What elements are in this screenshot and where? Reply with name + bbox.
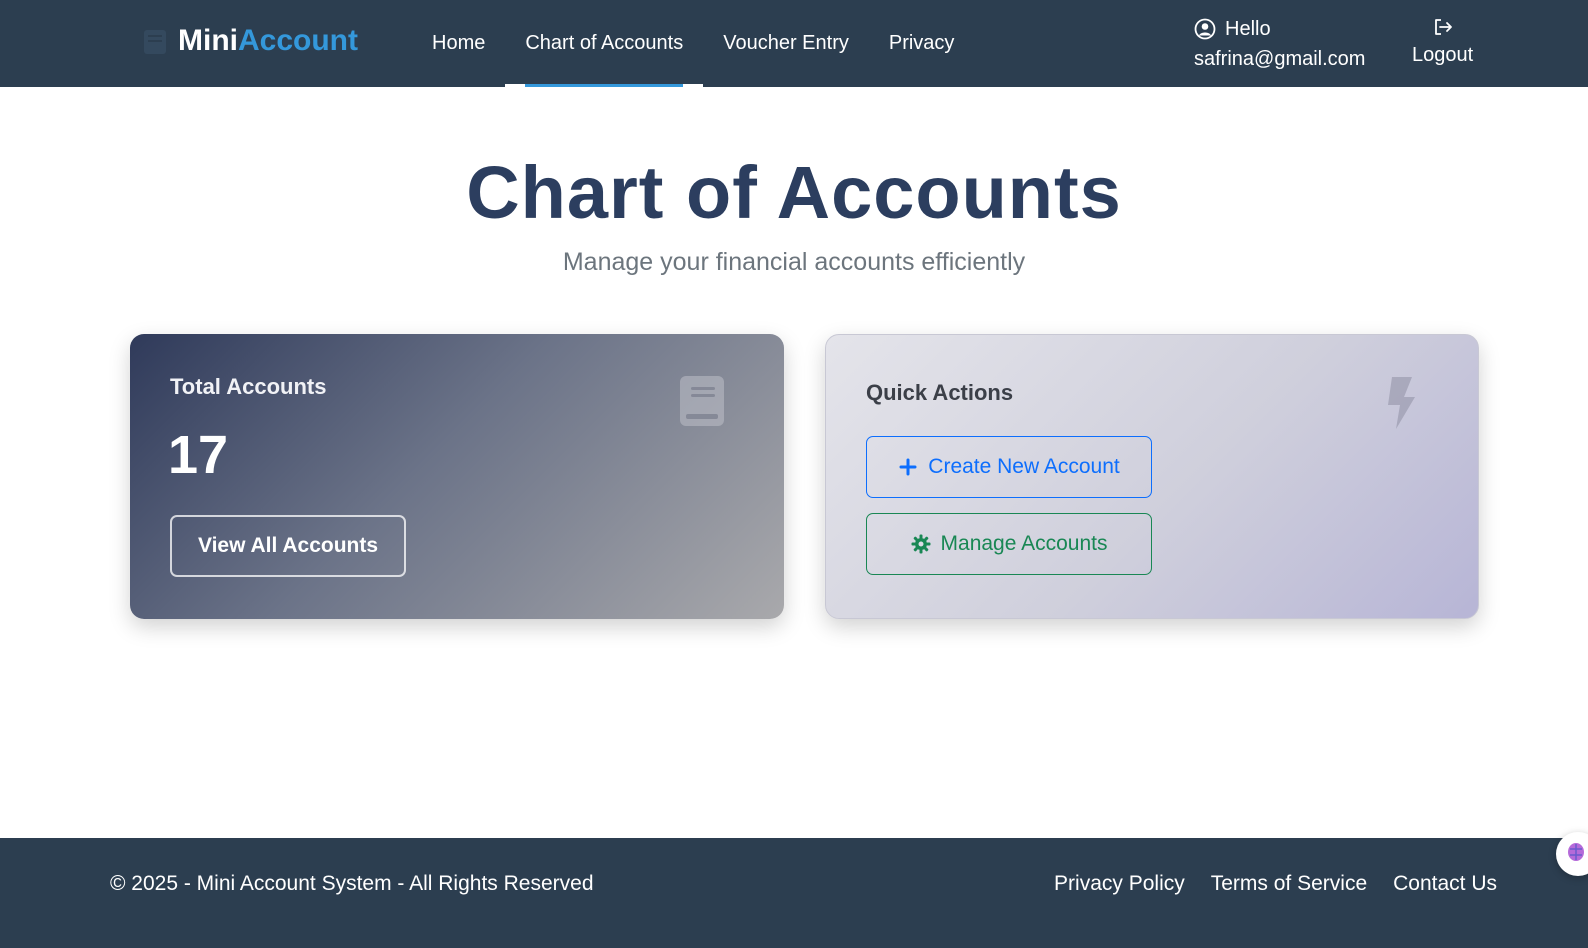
total-accounts-card: Total Accounts 17 View All Accounts — [130, 334, 784, 619]
create-new-account-label: Create New Account — [928, 455, 1120, 478]
user-circle-icon — [1194, 18, 1216, 40]
user-greeting: Hello — [1225, 18, 1271, 40]
nav-item-chart-of-accounts[interactable]: Chart of Accounts — [505, 0, 704, 87]
plus-icon — [898, 457, 918, 477]
page-title: Chart of Accounts — [466, 151, 1122, 234]
gear-icon — [911, 534, 931, 554]
book-icon — [678, 374, 726, 428]
total-accounts-count: 17 — [168, 425, 229, 485]
footer-link-terms-of-service[interactable]: Terms of Service — [1211, 872, 1367, 896]
brand-logo[interactable]: Mini Account — [138, 24, 358, 58]
logout-icon — [1432, 16, 1454, 38]
top-navbar: Mini Account Home Chart of Accounts Vouch… — [0, 0, 1588, 87]
brand-text-mini: Mini — [178, 24, 238, 57]
nav-item-voucher-entry[interactable]: Voucher Entry — [703, 0, 869, 87]
copyright-text: © 2025 - Mini Account System - All Right… — [110, 872, 594, 895]
total-accounts-heading: Total Accounts — [170, 374, 327, 399]
logout-label: Logout — [1412, 44, 1474, 66]
quick-actions-card: Quick Actions Create New Account Manage … — [825, 334, 1479, 619]
main-nav: Home Chart of Accounts Voucher Entry Pri… — [412, 0, 974, 87]
nav-item-privacy[interactable]: Privacy — [869, 0, 975, 87]
logout-button[interactable]: Logout — [1412, 14, 1473, 70]
page-subtitle: Manage your financial accounts efficient… — [562, 248, 1026, 276]
create-new-account-button[interactable]: Create New Account — [866, 436, 1152, 498]
ledger-icon — [138, 24, 172, 58]
manage-accounts-button[interactable]: Manage Accounts — [866, 513, 1152, 575]
nav-item-home[interactable]: Home — [412, 0, 505, 87]
footer-links: Privacy Policy Terms of Service Contact … — [1054, 872, 1497, 896]
manage-accounts-label: Manage Accounts — [940, 532, 1108, 555]
footer-link-contact-us[interactable]: Contact Us — [1393, 872, 1497, 896]
footer-link-privacy-policy[interactable]: Privacy Policy — [1054, 872, 1185, 896]
user-email: safrina@gmail.com — [1194, 48, 1366, 70]
bolt-icon — [1382, 375, 1418, 431]
view-all-accounts-button[interactable]: View All Accounts — [170, 515, 406, 577]
user-profile-link[interactable]: Hello safrina@gmail.com — [1194, 14, 1365, 74]
page-footer: © 2025 - Mini Account System - All Right… — [0, 838, 1588, 948]
quick-actions-heading: Quick Actions — [866, 380, 1014, 405]
assistant-icon — [1566, 841, 1586, 868]
brand-text-account: Account — [238, 24, 358, 57]
